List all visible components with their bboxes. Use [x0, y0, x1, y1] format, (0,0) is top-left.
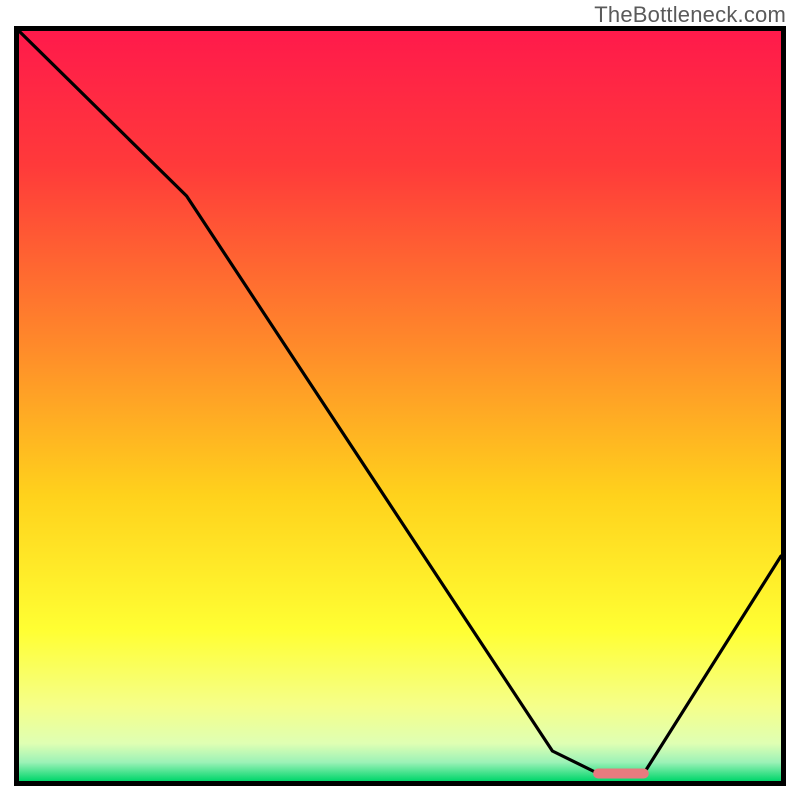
chart-frame: TheBottleneck.com — [0, 0, 800, 800]
chart-svg — [19, 31, 781, 781]
plot-area — [14, 26, 786, 786]
watermark-text: TheBottleneck.com — [594, 2, 786, 28]
